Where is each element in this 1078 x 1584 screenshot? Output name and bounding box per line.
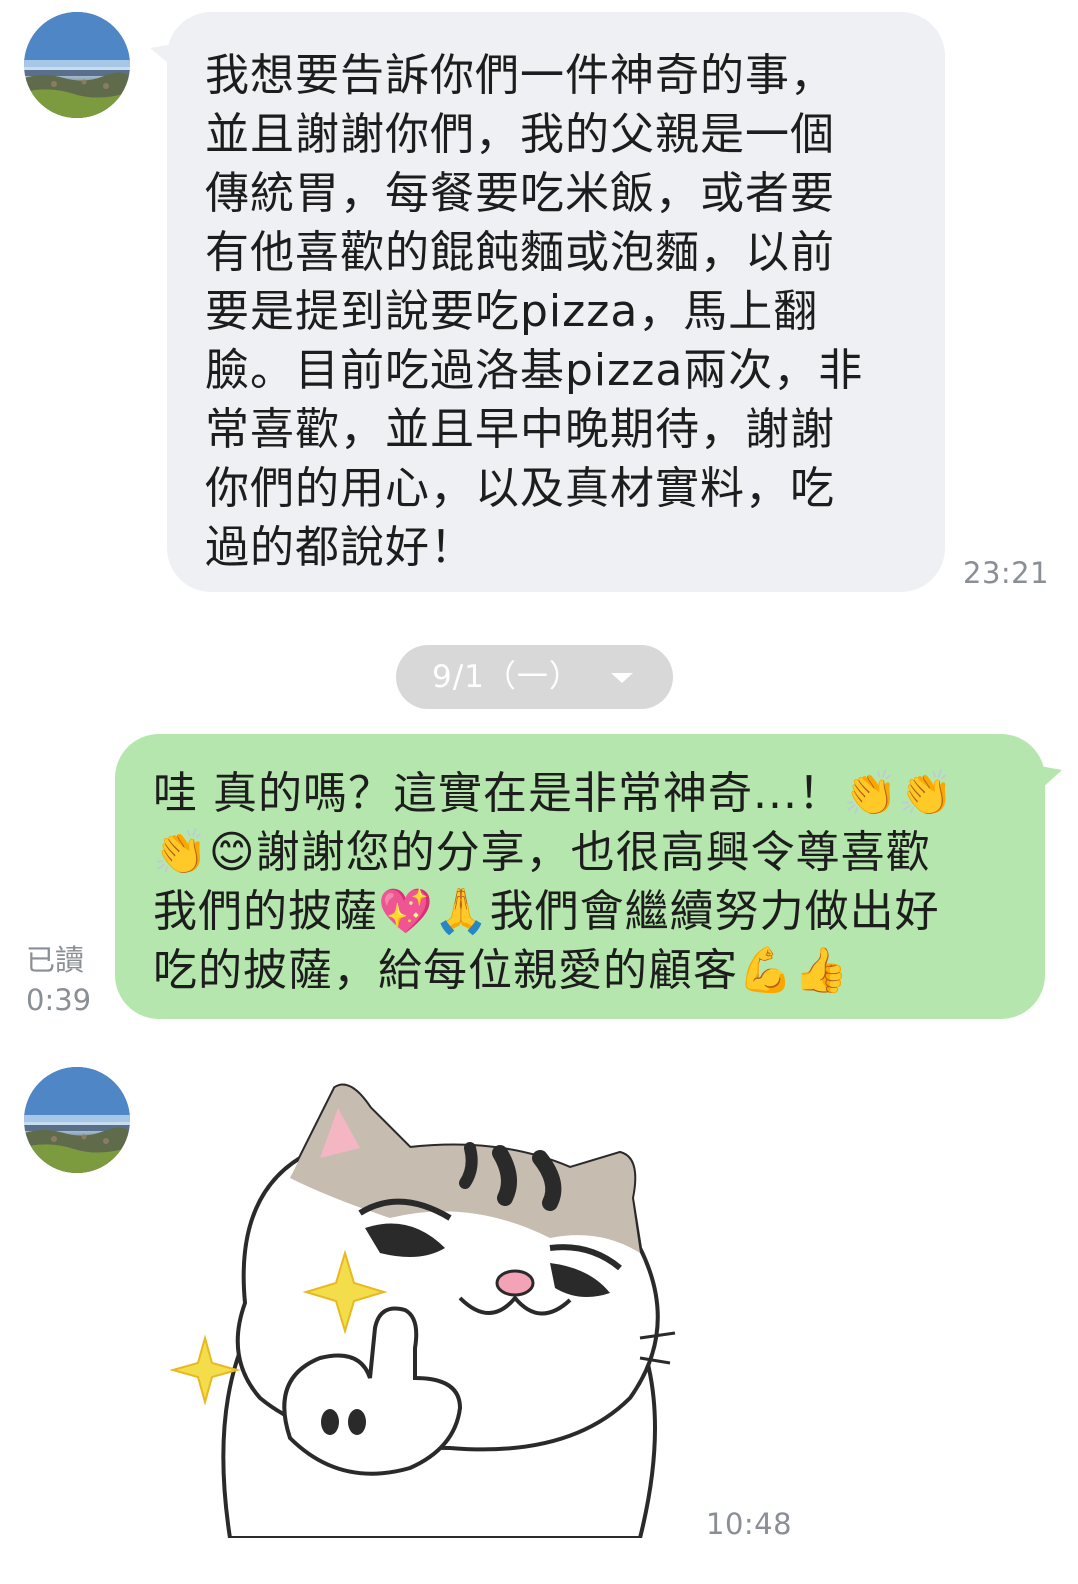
incoming-message-bubble[interactable]: 我想要告訴你們一件神奇的事， 並且謝謝你們，我的父親是一個 傳統胃，每餐要吃米飯… (167, 12, 945, 592)
read-status: 已讀 (26, 943, 85, 977)
message-line: 我想要告訴你們一件神奇的事， (205, 50, 835, 101)
chevron-down-icon (611, 673, 633, 683)
message-line: 有他喜歡的餛飩麵或泡麵，以前 (205, 227, 835, 278)
date-divider[interactable]: 9/1（一） (396, 645, 673, 709)
message-line: 我們的披薩💖🙏我們會繼續努力做出好 (153, 886, 940, 937)
message-line: 你們的用心，以及真材實料，吃 (205, 463, 835, 514)
message-line: 並且謝謝你們，我的父親是一個 (205, 109, 835, 160)
cat-thumbs-up-sticker[interactable] (169, 1078, 680, 1540)
message-line: 👏😊謝謝您的分享，也很高興令尊喜歡 (153, 827, 931, 878)
sticker-message-time: 10:48 (706, 1507, 793, 1541)
message-line: 要是提到說要吃pizza，馬上翻 (205, 286, 819, 337)
outgoing-message-time: 0:39 (26, 983, 92, 1017)
incoming-message-time: 23:21 (963, 556, 1050, 590)
message-line: 臉。目前吃過洛基pizza兩次，非 (205, 345, 864, 396)
message-line: 傳統胃，每餐要吃米飯，或者要 (205, 168, 835, 219)
outgoing-message-bubble[interactable]: 哇 真的嗎？這實在是非常神奇...！👏👏 👏😊謝謝您的分享，也很高興令尊喜歡 我… (115, 734, 1045, 1019)
read-receipt: 已讀 0:39 (26, 940, 91, 1020)
contact-avatar[interactable] (24, 1067, 130, 1173)
message-line: 吃的披薩，給每位親愛的顧客💪👍 (153, 945, 850, 996)
message-line: 常喜歡，並且早中晚期待，謝謝 (205, 404, 835, 455)
contact-avatar[interactable] (24, 12, 130, 118)
message-line: 哇 真的嗎？這實在是非常神奇...！👏👏 (153, 768, 955, 819)
date-divider-label: 9/1（一） (432, 659, 581, 695)
outgoing-bubble-tail (1040, 766, 1062, 790)
message-line: 過的都說好！ (205, 522, 475, 573)
